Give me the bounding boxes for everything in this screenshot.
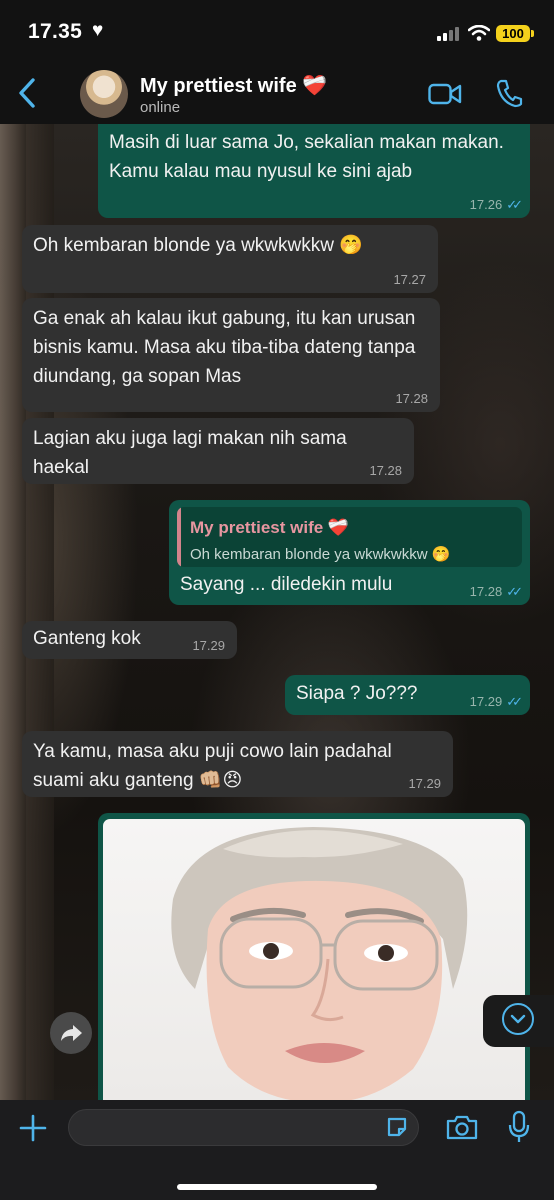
quote-bar: [177, 507, 181, 567]
back-icon[interactable]: [14, 76, 42, 110]
message-bubble-outgoing[interactable]: Masih di luar sama Jo, sekalian makan ma…: [98, 124, 530, 218]
read-ticks-icon: ✓✓: [506, 584, 523, 599]
contact-name[interactable]: My prettiest wife ❤️‍🩹: [140, 73, 327, 98]
message-time: 17.28: [395, 391, 428, 406]
read-ticks-icon: ✓✓: [506, 694, 523, 709]
photo[interactable]: [103, 819, 525, 1103]
message-text: Siapa ? Jo???: [296, 683, 418, 704]
phone-icon[interactable]: [495, 78, 523, 108]
message-time: 17.26: [469, 197, 503, 212]
portrait-image: [171, 827, 468, 1103]
message-time: 17.29: [192, 638, 225, 653]
video-call-icon[interactable]: [428, 82, 462, 106]
sticker-icon[interactable]: [385, 1115, 409, 1139]
signal-icon: [437, 27, 459, 41]
scroll-down-icon: [502, 1003, 534, 1035]
message-meta: 17.29: [408, 777, 441, 791]
message-time: 17.28: [369, 463, 402, 478]
message-meta: 17.28: [395, 392, 428, 406]
message-text: Lagian aku juga lagi makan nih sama haek…: [33, 428, 347, 478]
message-time: 17.29: [469, 694, 503, 709]
message-meta: 17.28 ✓✓: [469, 584, 523, 599]
message-bubble-incoming[interactable]: Ganteng kok 17.29: [22, 621, 237, 659]
avatar[interactable]: [80, 70, 128, 118]
message-bubble-incoming[interactable]: Oh kembaran blonde ya wkwkwkkw 🤭 17.27: [22, 225, 438, 293]
message-time: 17.29: [408, 776, 441, 791]
message-input[interactable]: [68, 1109, 419, 1146]
message-text: Oh kembaran blonde ya wkwkwkkw 🤭: [33, 235, 363, 256]
message-meta: 17.29: [192, 639, 225, 653]
message-bubble-incoming[interactable]: Ya kamu, masa aku puji cowo lain padahal…: [22, 731, 453, 797]
mic-icon[interactable]: [508, 1110, 530, 1144]
message-meta: 17.27: [393, 273, 426, 287]
camera-icon[interactable]: [445, 1113, 479, 1141]
message-text: Masih di luar sama Jo, sekalian makan ma…: [109, 132, 504, 182]
quoted-message[interactable]: My prettiest wife ❤️‍🩹 Oh kembaran blond…: [177, 507, 522, 567]
message-time: 17.27: [393, 272, 426, 287]
quoted-sender: My prettiest wife ❤️‍🩹: [190, 518, 350, 537]
message-meta: 17.29 ✓✓: [469, 694, 523, 709]
heart-icon: ♥: [92, 20, 104, 41]
message-text: Ya kamu, masa aku puji cowo lain padahal…: [33, 741, 392, 791]
message-bubble-incoming[interactable]: Lagian aku juga lagi makan nih sama haek…: [22, 418, 414, 484]
status-time: 17.35: [28, 20, 83, 43]
chat-header: My prettiest wife ❤️‍🩹 online: [0, 66, 554, 124]
message-bubble-outgoing[interactable]: Siapa ? Jo??? 17.29 ✓✓: [285, 675, 530, 715]
composer-bar: [0, 1100, 554, 1200]
status-bar: 17.35 ♥ 100: [0, 0, 554, 66]
message-text: Ganteng kok: [33, 628, 141, 649]
quoted-text: Oh kembaran blonde ya wkwkwkkw 🤭: [190, 546, 451, 563]
message-bubble-incoming[interactable]: Ga enak ah kalau ikut gabung, itu kan ur…: [22, 298, 440, 412]
battery-icon: 100: [496, 25, 530, 42]
forward-icon: [61, 1025, 82, 1041]
wifi-icon: [468, 25, 490, 41]
plus-icon[interactable]: [18, 1113, 48, 1143]
image-message[interactable]: [98, 813, 530, 1103]
message-text: Ga enak ah kalau ikut gabung, itu kan ur…: [33, 308, 416, 387]
contact-status: online: [140, 99, 181, 116]
forward-button[interactable]: [50, 1012, 92, 1054]
message-time: 17.28: [469, 584, 503, 599]
message-meta: 17.26 ✓✓: [469, 197, 523, 212]
battery-tip: [531, 30, 534, 37]
message-meta: 17.28: [369, 464, 402, 478]
read-ticks-icon: ✓✓: [506, 197, 523, 212]
message-text: Sayang ... diledekin mulu: [180, 574, 393, 595]
home-indicator: [177, 1184, 377, 1190]
scroll-down-button[interactable]: [483, 995, 554, 1047]
message-bubble-outgoing-reply[interactable]: My prettiest wife ❤️‍🩹 Oh kembaran blond…: [169, 500, 530, 605]
